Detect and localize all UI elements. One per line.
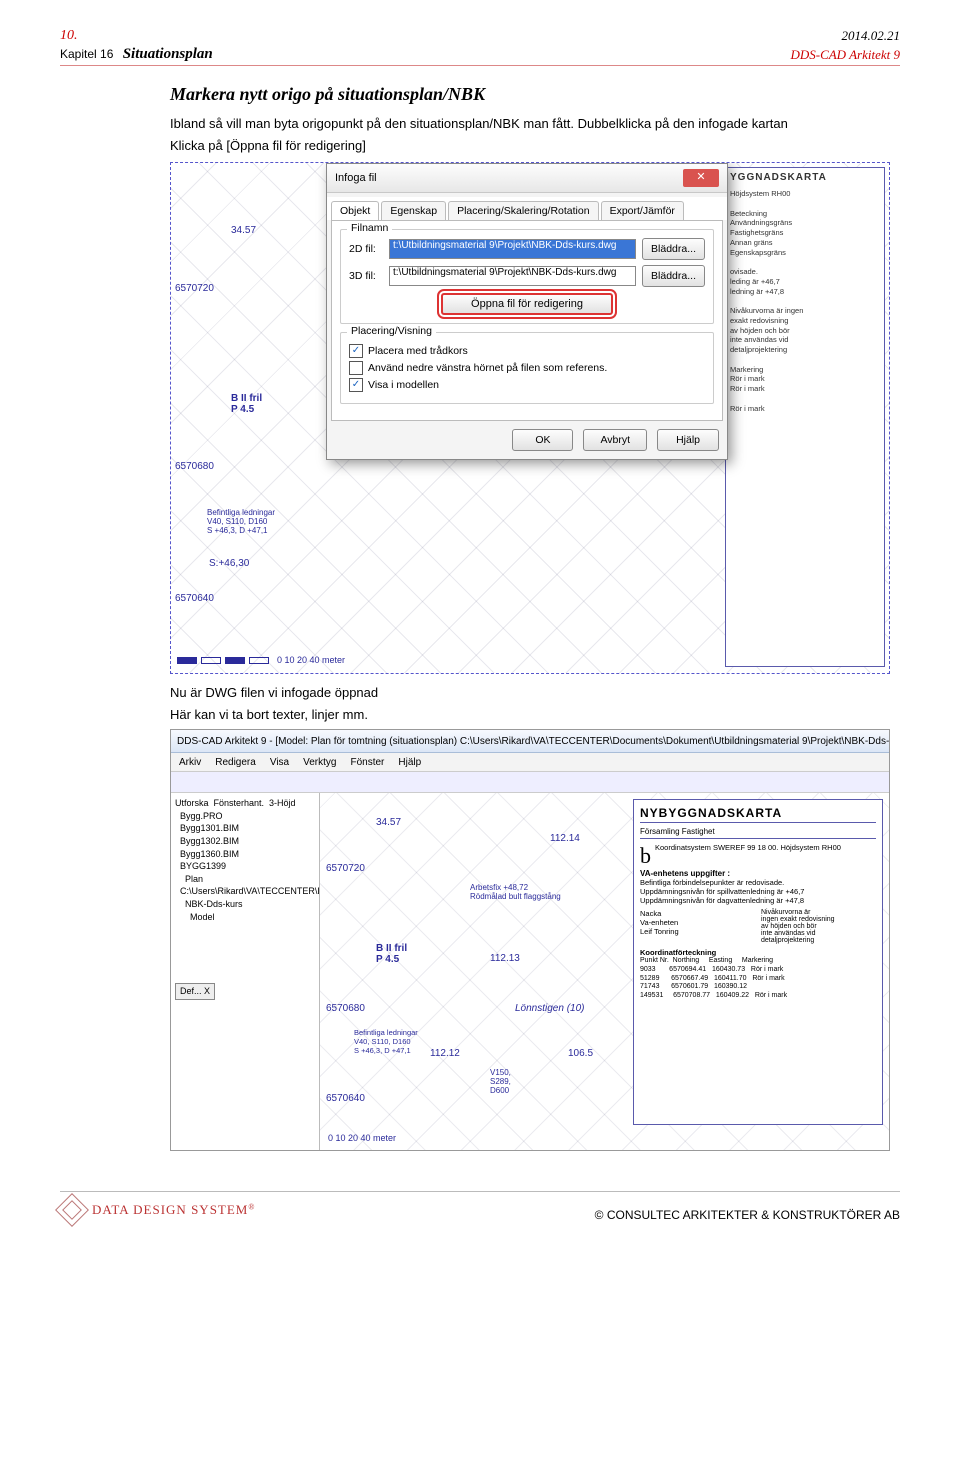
menubar: Arkiv Redigera Visa Verktyg Fönster Hjäl… [171, 753, 889, 772]
card2-va: Befintliga förbindelsepunkter är redovis… [640, 878, 876, 905]
card2-title: NYBYGGNADSKARTA [640, 806, 876, 823]
card2-curve: Nivåkurvorna är ingen exakt redovisning … [761, 909, 876, 944]
section-title: Situationsplan [123, 46, 213, 62]
map-scale-text: 0 10 20 40 meter [277, 655, 345, 665]
close-button[interactable]: ✕ [683, 169, 719, 187]
heading: Markera nytt origo på situationsplan/NBK [170, 84, 890, 105]
label-3d: 3D fil: [349, 270, 383, 282]
open-for-edit-button[interactable]: Öppna fil för redigering [441, 293, 613, 315]
map-title-block: YGGNADSKARTA Höjdsystem RH00 Beteckning … [725, 167, 885, 667]
canvas-scale: 0 10 20 40 meter [328, 1133, 396, 1143]
c-bef: Befintliga ledningar V40, S110, D160 S +… [354, 1028, 418, 1055]
para-2: Klicka på [Öppna fil för redigering] [170, 137, 890, 155]
ok-button[interactable]: OK [512, 429, 573, 451]
card2-coordsys: Koordinatsystem SWEREF 99 18 00. Höjdsys… [640, 843, 876, 852]
project-tree[interactable]: Utforska Fönsterhant. 3-Höjd Bygg.PRO By… [171, 793, 320, 1151]
map-card-title: YGGNADSKARTA [730, 172, 880, 183]
c-ann2: 112.14 [550, 833, 580, 844]
input-2d-file[interactable]: t:\Utbildningsmaterial 9\Projekt\NBK-Dds… [389, 239, 636, 259]
menu-hjalp[interactable]: Hjälp [398, 757, 421, 768]
app-title: DDS-CAD Arkitekt 9 - [Model: Plan för to… [177, 736, 889, 747]
c-ann1: Arbetsfix +48,72 Rödmålad bult flaggstån… [470, 883, 561, 901]
menu-verktyg[interactable]: Verktyg [303, 757, 336, 768]
checkbox-lowerleft[interactable] [349, 361, 363, 375]
c-ann5: 106.5 [568, 1048, 593, 1059]
c-coord2: 6570680 [326, 1003, 365, 1014]
page-number: 10. [60, 28, 78, 44]
toolbar [171, 772, 889, 793]
help-button[interactable]: Hjälp [657, 429, 719, 451]
checkbox-showmodel[interactable]: ✓ [349, 378, 363, 392]
group-placement-legend: Placering/Visning [347, 325, 436, 337]
card2-sub: Församling Fastighet [640, 827, 876, 839]
c-ann6: Lönnstigen (10) [515, 1003, 585, 1014]
title-block: NYBYGGNADSKARTA Församling Fastighet b K… [633, 799, 883, 1125]
page-date: 2014.02.21 [842, 28, 901, 44]
def-button[interactable]: Def... X [175, 983, 215, 1000]
menu-visa[interactable]: Visa [270, 757, 289, 768]
checkbox-showmodel-label: Visa i modellen [368, 379, 439, 391]
checkbox-lowerleft-label: Använd nedre vänstra hörnet på filen som… [368, 362, 607, 374]
map-coord-3: 6570640 [175, 593, 214, 604]
card2-nacka: Nacka Va-enheten Leif Tonring [640, 909, 755, 944]
footer-copyright: © CONSULTEC ARKITEKTER & KONSTRUKTÖRER A… [595, 1208, 900, 1222]
tab-egenskap[interactable]: Egenskap [381, 201, 446, 220]
checkbox-crosshair-label: Placera med trådkors [368, 345, 468, 357]
input-3d-file[interactable]: t:\Utbildningsmaterial 9\Projekt\NBK-Dds… [389, 266, 636, 286]
c-ann4: 112.12 [430, 1048, 460, 1059]
registered-icon: ® [248, 1203, 254, 1212]
map-scalebar: 0 10 20 40 meter [177, 655, 345, 665]
c-ann7: V150, S289, D600 [490, 1068, 511, 1095]
browse-3d-button[interactable]: Bläddra... [642, 265, 705, 287]
card2-coord-h: Koordinatförteckning [640, 948, 876, 957]
tree-content: Utforska Fönsterhant. 3-Höjd Bygg.PRO By… [175, 797, 315, 923]
c-lot: B II fril P 4.5 [376, 943, 407, 965]
group-filename-legend: Filnamn [347, 222, 392, 234]
browse-2d-button[interactable]: Bläddra... [642, 238, 705, 260]
para-3: Nu är DWG filen vi infogade öppnad [170, 684, 890, 702]
menu-fonster[interactable]: Fönster [350, 757, 384, 768]
map-card-body: Höjdsystem RH00 Beteckning Användningsgr… [730, 189, 880, 413]
drawing-canvas[interactable]: 34.57 6570720 6570680 6570640 B II fril … [320, 793, 889, 1151]
tab-placering[interactable]: Placering/Skalering/Rotation [448, 201, 599, 220]
dialog-title: Infoga fil [335, 172, 377, 184]
figure-dialog-over-map: 34.57 6570720 6570680 6570640 B II fril … [170, 162, 890, 674]
map-height-label: 34.57 [231, 225, 256, 236]
cancel-button[interactable]: Avbryt [583, 429, 647, 451]
chapter-label: Kapitel 16 [60, 47, 113, 61]
product-name: DDS-CAD Arkitekt 9 [790, 47, 900, 63]
c-coord3: 6570640 [326, 1093, 365, 1104]
c-coord1: 6570720 [326, 863, 365, 874]
tab-export[interactable]: Export/Jämför [601, 201, 684, 220]
menu-redigera[interactable]: Redigera [215, 757, 256, 768]
para-4: Här kan vi ta bort texter, linjer mm. [170, 706, 890, 724]
checkbox-crosshair[interactable]: ✓ [349, 344, 363, 358]
insert-file-dialog: Infoga fil ✕ Objekt Egenskap Placering/S… [326, 163, 728, 460]
c-ann3: 112.13 [490, 953, 520, 964]
menu-arkiv[interactable]: Arkiv [179, 757, 201, 768]
footer-brand: DATA DESIGN SYSTEM [92, 1202, 248, 1217]
c-h1: 34.57 [376, 817, 401, 828]
label-2d: 2D fil: [349, 243, 383, 255]
map-lot-label: B II fril P 4.5 [231, 393, 262, 415]
map-coord-1: 6570720 [175, 283, 214, 294]
map-sd-label: S:+46,30 [209, 558, 249, 569]
card2-coord-table: Punkt Nr. Northing Easting Markering 903… [640, 957, 876, 1001]
para-1: Ibland så vill man byta origopunkt på de… [170, 115, 890, 133]
figure-app-window: DDS-CAD Arkitekt 9 - [Model: Plan för to… [170, 729, 890, 1151]
tab-objekt[interactable]: Objekt [331, 201, 379, 220]
footer-logo: DATA DESIGN SYSTEM® [60, 1198, 254, 1222]
card2-va-h: VA-enhetens uppgifter : [640, 869, 876, 878]
logo-icon [55, 1193, 89, 1227]
map-bef-label: Befintliga ledningar V40, S110, D160 S +… [207, 508, 275, 535]
map-coord-2: 6570680 [175, 461, 214, 472]
